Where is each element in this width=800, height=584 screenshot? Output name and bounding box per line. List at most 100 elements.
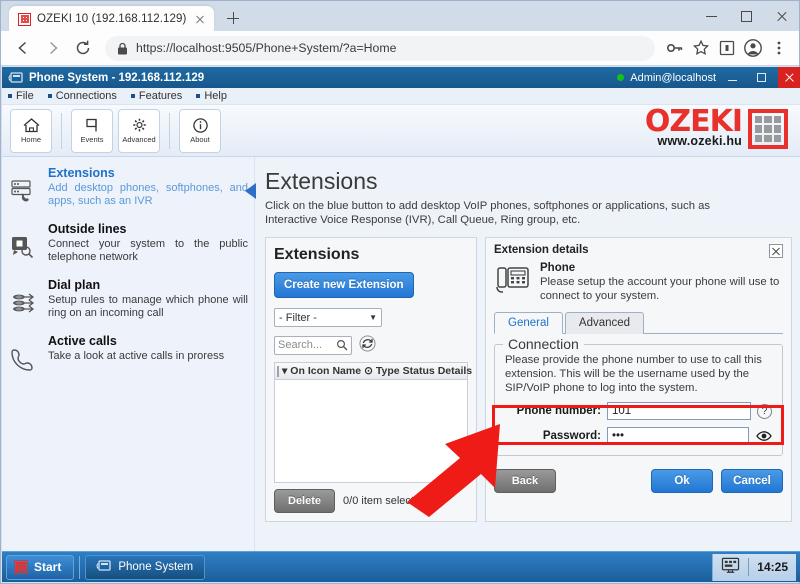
- sidebar-item-dial-plan[interactable]: Dial plan Setup rules to manage which ph…: [10, 277, 248, 320]
- select-all-checkbox[interactable]: [277, 365, 279, 377]
- column-header-details[interactable]: Details: [438, 365, 472, 377]
- toolbar-button-events[interactable]: Events: [71, 108, 113, 153]
- key-icon[interactable]: [663, 36, 687, 60]
- password-row: Password: •••: [505, 427, 772, 445]
- sidebar-item-desc: Take a look at active calls in proress: [48, 350, 225, 362]
- question-mark-icon[interactable]: ?: [757, 403, 772, 419]
- connection-description: Please provide the phone number to use t…: [505, 354, 762, 394]
- profile-avatar-icon[interactable]: [741, 36, 765, 60]
- desk-phone-icon: [494, 262, 532, 303]
- more-menu-icon[interactable]: [767, 36, 791, 60]
- tray-separator: [748, 558, 750, 576]
- menu-item-features[interactable]: Features: [130, 90, 182, 102]
- app-body: Extensions Add desktop phones, softphone…: [2, 157, 800, 552]
- sidebar-item-title: Extensions: [48, 166, 115, 180]
- sidebar-item-extensions[interactable]: Extensions Add desktop phones, softphone…: [10, 165, 256, 208]
- cancel-button[interactable]: Cancel: [721, 469, 783, 493]
- details-title: Extension details: [494, 244, 589, 256]
- taskbar-task-label: Phone System: [118, 561, 194, 573]
- column-header-name[interactable]: Name: [332, 365, 361, 377]
- minimize-icon[interactable]: [722, 67, 744, 88]
- sidebar-item-desc: Add desktop phones, softphones, and apps…: [48, 182, 248, 207]
- display-icon[interactable]: [721, 557, 740, 577]
- reload-icon[interactable]: [69, 34, 97, 62]
- ok-button[interactable]: Ok: [651, 469, 713, 493]
- browser-window-controls: [694, 1, 799, 31]
- details-header: Extension details: [494, 244, 783, 258]
- tab-general[interactable]: General: [494, 312, 563, 334]
- toolbar-button-advanced[interactable]: Advanced: [118, 108, 160, 153]
- connection-fieldset: Connection Please provide the phone numb…: [494, 336, 783, 456]
- connection-legend: Connection: [503, 336, 584, 352]
- column-header-type[interactable]: Type: [376, 365, 400, 377]
- menu-item-file[interactable]: File: [8, 90, 34, 102]
- close-icon[interactable]: [764, 1, 799, 31]
- new-tab-button[interactable]: [220, 5, 246, 31]
- star-icon[interactable]: [689, 36, 713, 60]
- delete-button[interactable]: Delete: [274, 489, 336, 513]
- toolbar-button-about[interactable]: About: [179, 108, 221, 153]
- filter-value: - Filter -: [279, 311, 317, 324]
- gear-icon: [132, 118, 146, 132]
- details-button-row: Back Ok Cancel: [494, 469, 783, 493]
- column-header-icon[interactable]: Icon: [308, 365, 330, 377]
- clock[interactable]: 14:25: [757, 560, 788, 574]
- main-content: Extensions Click on the blue button to a…: [255, 157, 800, 552]
- system-tray: 14:25: [712, 553, 796, 581]
- column-header-status[interactable]: Status: [403, 365, 435, 377]
- panels-container: Extensions Create new Extension - Filter…: [265, 237, 792, 522]
- maximize-icon[interactable]: [729, 1, 764, 31]
- search-row: Search...: [274, 335, 468, 355]
- menu-item-help[interactable]: Help: [196, 90, 227, 102]
- filter-select[interactable]: - Filter - ▼: [274, 308, 382, 327]
- close-icon[interactable]: [778, 67, 800, 88]
- header-sort-icon[interactable]: ▾: [282, 365, 287, 377]
- ozeki-logo: OZEKI www.ozeki.hu: [645, 107, 743, 148]
- start-button[interactable]: Start: [6, 554, 75, 580]
- forward-arrow-icon[interactable]: [39, 34, 67, 62]
- dial-plan-icon: [10, 277, 40, 320]
- close-icon[interactable]: [192, 11, 208, 27]
- toolbar-separator: [61, 112, 62, 149]
- browser-tab-title: OZEKI 10 (192.168.112.129): [37, 13, 187, 25]
- password-input[interactable]: •••: [607, 427, 749, 445]
- back-arrow-icon[interactable]: [9, 34, 37, 62]
- browser-tabstrip: OZEKI 10 (192.168.112.129): [1, 1, 799, 32]
- browser-address-bar: https://localhost:9505/Phone+System/?a=H…: [1, 31, 799, 66]
- taskbar: Start Phone System 14:25: [2, 551, 800, 582]
- app-title-text: Phone System - 192.168.112.129: [29, 71, 205, 84]
- tab-advanced[interactable]: Advanced: [564, 312, 645, 334]
- minimize-icon[interactable]: [694, 1, 729, 31]
- refresh-icon[interactable]: [359, 335, 376, 355]
- phone-number-input[interactable]: 101: [607, 402, 751, 420]
- eye-icon[interactable]: [755, 430, 772, 442]
- toolbar-label: About: [190, 135, 210, 144]
- column-header-on[interactable]: On: [290, 365, 305, 377]
- menu-item-connections[interactable]: Connections: [47, 90, 117, 102]
- extension-icon[interactable]: [715, 36, 739, 60]
- toolbar-separator: [169, 112, 170, 149]
- toolbar-label: Home: [20, 135, 41, 144]
- toolbar-label: Advanced: [122, 135, 156, 144]
- close-icon[interactable]: [769, 244, 783, 258]
- sidebar-item-title: Active calls: [48, 334, 117, 348]
- sort-indicator-icon[interactable]: ⊙: [364, 365, 373, 377]
- app-menubar: File Connections Features Help: [2, 88, 800, 105]
- extension-details-panel: Extension details Phone Please setup the…: [485, 237, 792, 522]
- sidebar-item-title: Outside lines: [48, 222, 127, 236]
- search-input[interactable]: Search...: [274, 335, 352, 355]
- red-arrow-pointing-up-right: [407, 424, 500, 517]
- app-titlebar: Phone System - 192.168.112.129 Admin@loc…: [2, 67, 800, 88]
- maximize-icon[interactable]: [750, 67, 772, 88]
- pbx-extensions-icon: [10, 165, 40, 208]
- device-name: Phone: [540, 262, 576, 274]
- toolbar-button-home[interactable]: Home: [10, 108, 52, 153]
- create-new-extension-button[interactable]: Create new Extension: [274, 272, 414, 298]
- browser-tab[interactable]: OZEKI 10 (192.168.112.129): [9, 6, 215, 32]
- start-label: Start: [34, 560, 62, 574]
- sidebar-item-active-calls[interactable]: Active calls Take a look at active calls…: [10, 333, 248, 374]
- omnibox[interactable]: https://localhost:9505/Phone+System/?a=H…: [105, 35, 655, 61]
- ozeki-logo-mark: [748, 109, 788, 149]
- taskbar-task-phone-system[interactable]: Phone System: [85, 554, 206, 580]
- sidebar-item-outside-lines[interactable]: Outside lines Connect your system to the…: [10, 221, 248, 264]
